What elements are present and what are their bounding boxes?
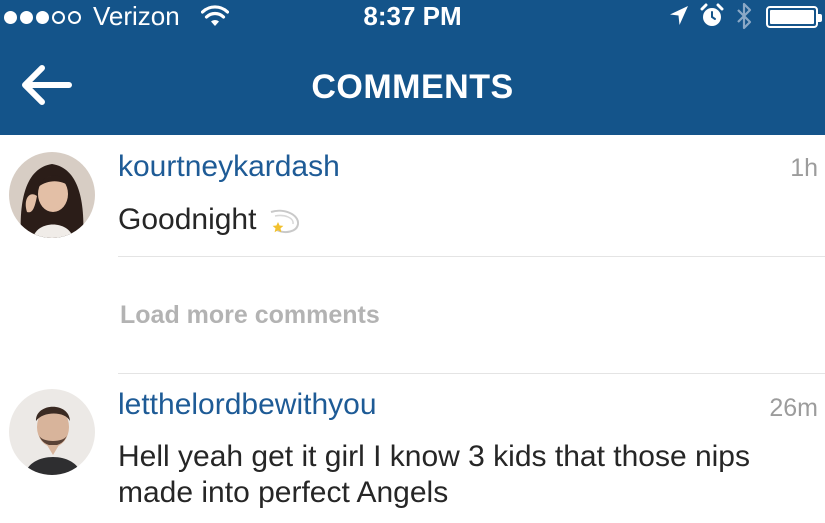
comment-text: Hell yeah get it girl I know 3 kids that… [118, 440, 750, 509]
comment-timestamp: 26m [769, 394, 818, 422]
comment-item: kourtneykardash 1h Goodnight [0, 150, 825, 260]
avatar-image [9, 389, 95, 475]
comment-item: letthelordbewithyou 26m Hell yeah get it… [0, 386, 825, 523]
page-title: COMMENTS [311, 68, 514, 106]
comments-screen: Verizon 8:37 PM COMMENTS kourtneykardash… [0, 0, 825, 523]
comment-text: Goodnight [118, 202, 818, 238]
load-more-comments-button[interactable]: Load more comments [120, 301, 380, 330]
status-bar: Verizon 8:37 PM [0, 0, 825, 34]
comment-username[interactable]: kourtneykardash [118, 150, 340, 184]
bluetooth-icon [737, 2, 752, 30]
alarm-clock-icon [700, 3, 724, 26]
battery-level [770, 10, 814, 24]
avatar-image [9, 152, 95, 238]
comment-text-body: Goodnight [118, 203, 257, 236]
avatar[interactable] [9, 152, 95, 238]
battery-nub [818, 14, 822, 22]
top-bar: Verizon 8:37 PM COMMENTS [0, 0, 825, 135]
divider [118, 373, 825, 374]
location-arrow-icon [670, 6, 688, 25]
battery-icon [766, 6, 822, 28]
comment-username[interactable]: letthelordbewithyou [118, 388, 377, 422]
dizzy-star-icon [270, 209, 299, 234]
divider [118, 256, 825, 257]
avatar[interactable] [9, 389, 95, 475]
comment-timestamp: 1h [790, 154, 818, 182]
